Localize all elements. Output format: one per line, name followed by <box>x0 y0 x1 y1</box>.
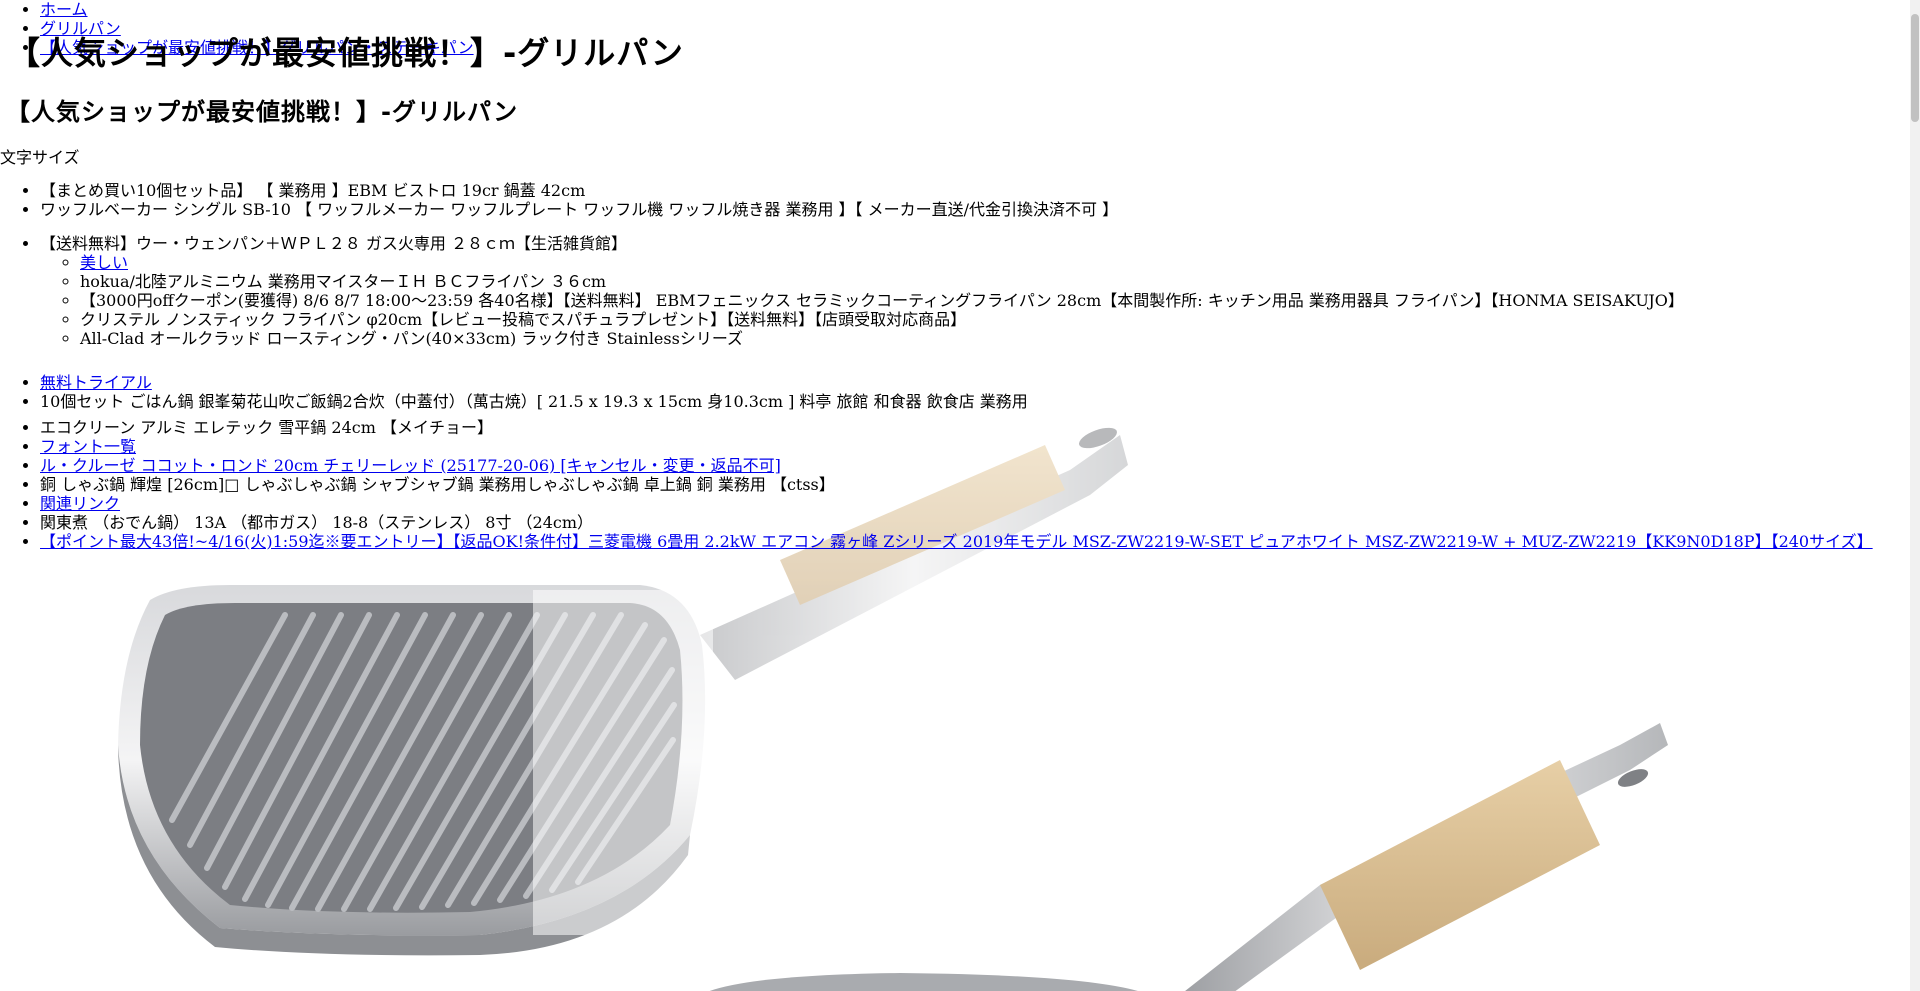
sub-list-item: hokua/北陸アルミニウム 業務用マイスターＩＨ ＢＣフライパン ３６cm <box>80 272 1684 291</box>
list-item: 10個セット ごはん鍋 銀峯菊花山吹ご飯鍋2合炊（中蓋付）（萬古焼）[ 21.5… <box>40 392 1028 411</box>
sub-list-item: 美しい <box>80 253 1684 272</box>
sub-list-item: 【3000円offクーポン(要獲得) 8/6 8/7 18:00～23:59 各… <box>80 291 1684 310</box>
list-item: ワッフルベーカー シングル SB-10 【 ワッフルメーカー ワッフルプレート … <box>40 200 1118 219</box>
breadcrumb-item: ホーム <box>40 0 474 19</box>
link-free-trial[interactable]: 無料トライアル <box>40 373 152 392</box>
list-item: 関東煮 （おでん鍋） 13A （都市ガス） 18-8（ステンレス） 8寸 （24… <box>40 513 1873 532</box>
list-item: 【送料無料】ウー・ウェンパン＋ＷＰＬ２８ ガス火専用 ２８ｃｍ【生活雑貨館】 美… <box>40 234 1684 348</box>
link-aircon-promo[interactable]: 【ポイント最大43倍!~4/16(火)1:59迄※要エントリー】【返品OK!条件… <box>40 532 1873 551</box>
list-item: エコクリーン アルミ エレテック 雪平鍋 24cm 【メイチョー】 <box>40 418 1873 437</box>
list-item: 銅 しゃぶ鍋 輝煌 [26cm]□ しゃぶしゃぶ鍋 シャブシャブ鍋 業務用しゃぶ… <box>40 475 1873 494</box>
link-le-creuset[interactable]: ル・クルーゼ ココット・ロンド 20cm チェリーレッド (25177-20-0… <box>40 456 781 475</box>
list-item: 関連リンク <box>40 494 1873 513</box>
sub-list: 美しい hokua/北陸アルミニウム 業務用マイスターＩＨ ＢＣフライパン ３６… <box>40 253 1684 348</box>
site-heading: 【人気ショップが最安値挑戦！】-グリルパン <box>8 34 684 72</box>
product-list-1: 【まとめ買い10個セット品】 【 業務用 】EBM ビストロ 19cr 鍋蓋 4… <box>0 181 1118 219</box>
product-list-2: 【送料無料】ウー・ウェンパン＋ＷＰＬ２８ ガス火専用 ２８ｃｍ【生活雑貨館】 美… <box>0 234 1684 348</box>
list-item-text: 【送料無料】ウー・ウェンパン＋ＷＰＬ２８ ガス火専用 ２８ｃｍ【生活雑貨館】 <box>40 234 627 253</box>
vertical-scrollbar[interactable] <box>1910 0 1920 991</box>
breadcrumb-link-home[interactable]: ホーム <box>40 0 88 19</box>
scrollbar-thumb[interactable] <box>1911 14 1919 122</box>
link-related[interactable]: 関連リンク <box>40 494 120 513</box>
link-beautiful[interactable]: 美しい <box>80 253 128 272</box>
list-item: 【まとめ買い10個セット品】 【 業務用 】EBM ビストロ 19cr 鍋蓋 4… <box>40 181 1118 200</box>
list-item: 【ポイント最大43倍!~4/16(火)1:59迄※要エントリー】【返品OK!条件… <box>40 532 1873 551</box>
font-size-label: 文字サイズ <box>0 148 80 167</box>
list-item: ル・クルーゼ ココット・ロンド 20cm チェリーレッド (25177-20-0… <box>40 456 1873 475</box>
product-list-3: 無料トライアル 10個セット ごはん鍋 銀峯菊花山吹ご飯鍋2合炊（中蓋付）（萬古… <box>0 373 1028 411</box>
page-title: 【人気ショップが最安値挑戦！】-グリルパン <box>6 98 519 126</box>
list-item: フォント一覧 <box>40 437 1873 456</box>
image-fade-overlay <box>533 590 713 935</box>
link-font-list[interactable]: フォント一覧 <box>40 437 136 456</box>
list-item: 無料トライアル <box>40 373 1028 392</box>
product-list-4: エコクリーン アルミ エレテック 雪平鍋 24cm 【メイチョー】 フォント一覧… <box>0 418 1873 551</box>
sub-list-item: All-Clad オールクラッド ロースティング・パン(40×33cm) ラック… <box>80 329 1684 348</box>
sub-list-item: クリステル ノンスティック フライパン φ20cm【レビュー投稿でスパチュラプレ… <box>80 310 1684 329</box>
